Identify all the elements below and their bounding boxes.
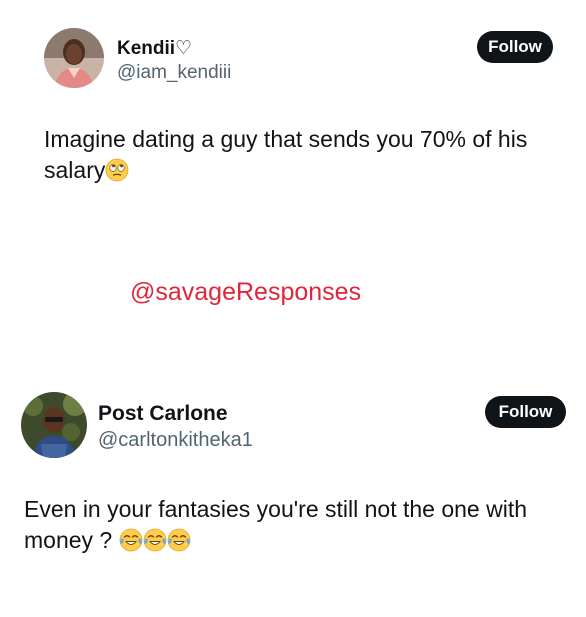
rolling-eyes-emoji-icon — [105, 158, 129, 190]
tweet-text-content: Even in your fantasies you're still not … — [24, 496, 528, 554]
author-handle[interactable]: @carltonkitheka1 — [98, 429, 253, 452]
author-name[interactable]: Post Carlone — [98, 402, 228, 426]
tears-of-joy-emoji-icon — [167, 528, 191, 560]
author-handle[interactable]: @iam_kendiii — [117, 62, 231, 84]
follow-button[interactable]: Follow — [477, 31, 553, 63]
author-name[interactable]: Kendii♡ — [117, 37, 192, 60]
tweet-reply: Post Carlone @carltonkitheka1 Follow Eve… — [0, 380, 586, 600]
avatar-photo-icon — [44, 28, 104, 88]
tweet-original: Kendii♡ @iam_kendiii Follow Imagine dati… — [0, 0, 586, 220]
avatar-post-carlone[interactable] — [21, 392, 87, 458]
tears-of-joy-emoji-icon — [119, 528, 143, 560]
tears-of-joy-emoji-icon — [143, 528, 167, 560]
avatar-kendii[interactable] — [44, 28, 104, 88]
watermark-text: @savageResponses — [130, 278, 362, 306]
avatar-photo-icon — [21, 392, 87, 458]
tweet-text: Imagine dating a guy that sends you 70% … — [44, 124, 544, 190]
follow-button[interactable]: Follow — [485, 396, 566, 428]
tweet-text: Even in your fantasies you're still not … — [24, 494, 574, 560]
